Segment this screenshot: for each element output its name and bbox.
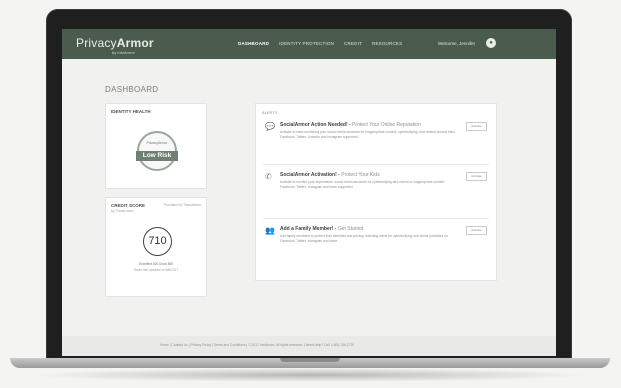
nav-item-identity-protection[interactable]: Identity Protection xyxy=(279,41,334,46)
credit-score-scale: Excellent 300 Good 850 xyxy=(138,262,174,266)
nav-item-dashboard[interactable]: Dashboard xyxy=(238,41,269,46)
alerts-label: ALERTS xyxy=(262,110,278,115)
credit-score-card: CREDIT SCORE by TransUnion Provided by T… xyxy=(105,197,207,297)
laptop-base xyxy=(10,358,610,368)
activate-button[interactable]: Activate xyxy=(466,172,487,181)
credit-provider: Provided by TransUnion xyxy=(163,203,201,207)
footer: Home | Contact Us | Privacy Policy | Ter… xyxy=(62,336,556,356)
alert-tag: Protect Your Kids xyxy=(341,172,380,178)
alert-title[interactable]: SocialArmor Activation! - Protect Your K… xyxy=(280,172,380,178)
alert-item: ✆ SocialArmor Activation! - Protect Your… xyxy=(263,170,489,219)
logo-subtitle: by InfoArmor xyxy=(112,50,135,55)
health-badge: PrivacyArmor Low Risk xyxy=(136,131,178,171)
alert-description: Activate to monitor your dependents' soc… xyxy=(280,180,446,189)
alert-title-text: SocialArmor Action Needed! xyxy=(280,122,348,128)
alert-description: Activate to start monitoring your social… xyxy=(280,130,456,139)
top-nav: PrivacyArmor by InfoArmor Dashboard Iden… xyxy=(62,29,556,59)
risk-status-badge: Low Risk xyxy=(136,151,178,161)
alert-tag: Protect Your Online Reputation xyxy=(352,122,421,128)
footer-links[interactable]: Home | Contact Us | Privacy Policy | Ter… xyxy=(160,343,354,347)
alerts-card: ALERTS 💬 SocialArmor Action Needed! - Pr… xyxy=(255,103,497,281)
credit-score-subtitle: by TransUnion xyxy=(111,209,134,213)
activate-button[interactable]: Activate xyxy=(466,226,487,235)
activate-button[interactable]: Activate xyxy=(466,122,487,131)
nav-item-credit[interactable]: Credit xyxy=(344,41,362,46)
logo-armor-text: Armor xyxy=(116,36,154,50)
alert-tag: Get Started xyxy=(337,226,364,232)
alert-item: 💬 SocialArmor Action Needed! - Protect Y… xyxy=(263,120,489,165)
identity-health-card: IDENTITY HEALTH PrivacyArmor Low Risk xyxy=(105,103,207,189)
credit-score-updated: Score last updated on 5/8/2017 xyxy=(133,268,179,272)
user-name[interactable]: Welcome, Jennifer xyxy=(438,41,475,46)
family-icon: 👥 xyxy=(265,226,275,235)
chat-icon: 💬 xyxy=(265,122,275,131)
laptop-shadow xyxy=(30,368,590,382)
credit-score-value: 710 xyxy=(143,227,172,256)
app-screen: PrivacyArmor by InfoArmor Dashboard Iden… xyxy=(62,29,556,356)
alert-item: 👥 Add a Family Member! - Get Started Add… xyxy=(263,224,489,272)
page-title: DASHBOARD xyxy=(105,85,159,94)
credit-score-title: CREDIT SCORE xyxy=(111,203,146,208)
alert-title-text: SocialArmor Activation! xyxy=(280,172,337,178)
alert-title[interactable]: SocialArmor Action Needed! - Protect You… xyxy=(280,122,421,128)
logo[interactable]: PrivacyArmor xyxy=(76,36,154,50)
identity-health-title: IDENTITY HEALTH xyxy=(111,109,151,114)
alert-title[interactable]: Add a Family Member! - Get Started xyxy=(280,226,363,232)
alert-title-text: Add a Family Member! xyxy=(280,226,334,232)
laptop-lid: PrivacyArmor by InfoArmor Dashboard Iden… xyxy=(46,9,572,361)
laptop-notch xyxy=(280,358,340,362)
nav-item-resources[interactable]: Resources xyxy=(372,41,402,46)
nav-menu: Dashboard Identity Protection Credit Res… xyxy=(238,41,402,46)
badge-logo: PrivacyArmor xyxy=(146,141,168,145)
phone-icon: ✆ xyxy=(265,172,272,181)
logo-privacy-text: Privacy xyxy=(76,36,117,50)
avatar-icon[interactable]: ● xyxy=(486,38,496,48)
alert-description: Add family members to protect their iden… xyxy=(280,234,448,243)
